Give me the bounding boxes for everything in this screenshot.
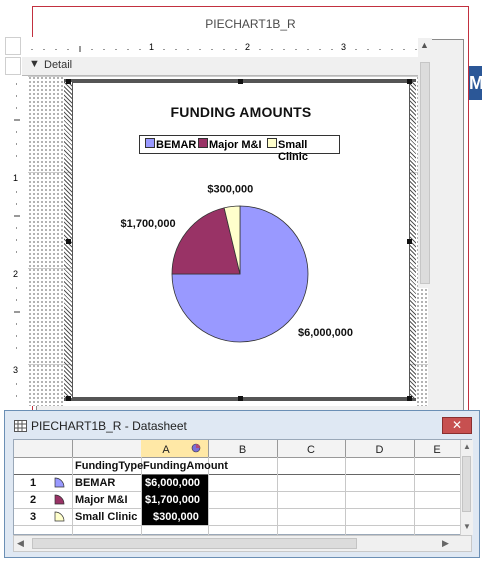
grid-line bbox=[14, 508, 460, 509]
scroll-down-icon[interactable]: ▼ bbox=[463, 522, 471, 531]
header-cell-funding-amount[interactable]: FundingAmount bbox=[143, 460, 228, 472]
column-header-d[interactable]: D bbox=[345, 440, 415, 457]
scroll-up-icon[interactable]: ▲ bbox=[463, 442, 471, 451]
column-label-d: D bbox=[375, 444, 384, 456]
grid-line bbox=[14, 491, 460, 492]
datasheet-vertical-scrollbar[interactable]: ▲ ▼ bbox=[460, 440, 473, 535]
column-header-blank[interactable] bbox=[72, 440, 142, 457]
cell-funding-amount[interactable]: $300,000 bbox=[153, 511, 199, 523]
column-header-a[interactable]: A bbox=[141, 440, 209, 457]
grid-line bbox=[14, 525, 460, 526]
ribbon-peek-letter: M bbox=[469, 66, 482, 100]
row-number: 3 bbox=[30, 511, 37, 523]
scroll-thumb[interactable] bbox=[462, 456, 471, 512]
select-all-corner[interactable] bbox=[14, 440, 73, 457]
pie-data-label: $300,000 bbox=[207, 184, 253, 196]
datasheet-grid[interactable]: A B C D E FundingType FundingAmount 1 BE… bbox=[13, 439, 473, 535]
grid-line bbox=[345, 457, 346, 535]
cell-funding-type[interactable]: Major M&I bbox=[75, 494, 128, 506]
column-header-e[interactable]: E bbox=[414, 440, 460, 457]
datasheet-horizontal-scrollbar[interactable]: ◀ ▶ bbox=[13, 535, 472, 552]
column-header-c[interactable]: C bbox=[277, 440, 346, 457]
cell-funding-type[interactable]: BEMAR bbox=[75, 477, 115, 489]
pie-slice-icon-major-mi bbox=[54, 494, 65, 505]
grid-line bbox=[72, 457, 73, 535]
column-header-b[interactable]: B bbox=[208, 440, 278, 457]
column-label-c: C bbox=[307, 444, 315, 456]
row-number: 1 bbox=[30, 477, 37, 489]
header-cell-funding-type[interactable]: FundingType bbox=[75, 460, 143, 472]
column-label-b: B bbox=[238, 444, 247, 456]
column-label-e: E bbox=[433, 444, 441, 456]
datasheet-window-title: PIECHART1B_R - Datasheet bbox=[31, 419, 187, 433]
close-button[interactable]: ✕ bbox=[442, 417, 472, 434]
pie-data-label: $1,700,000 bbox=[121, 218, 176, 230]
datasheet-window: PIECHART1B_R - Datasheet ✕ A B C D E Fun… bbox=[4, 410, 480, 558]
pie-data-label: $6,000,000 bbox=[298, 327, 353, 339]
datasheet-grid-icon bbox=[14, 420, 27, 432]
grid-line bbox=[14, 474, 460, 475]
scroll-left-icon[interactable]: ◀ bbox=[17, 538, 24, 549]
scroll-thumb[interactable] bbox=[32, 538, 357, 549]
cell-funding-amount[interactable]: $6,000,000 bbox=[145, 477, 200, 489]
pie-slice-icon-small-clinic bbox=[54, 511, 65, 522]
column-label-a: A bbox=[162, 444, 170, 456]
pie-chart-icon bbox=[191, 443, 201, 453]
pie-slice-icon-bemar bbox=[54, 477, 65, 488]
scroll-right-icon[interactable]: ▶ bbox=[442, 538, 449, 549]
grid-line bbox=[277, 457, 278, 535]
grid-line bbox=[414, 457, 415, 535]
cell-funding-type[interactable]: Small Clinic bbox=[75, 511, 137, 523]
row-number: 2 bbox=[30, 494, 37, 506]
cell-funding-amount[interactable]: $1,700,000 bbox=[145, 494, 200, 506]
